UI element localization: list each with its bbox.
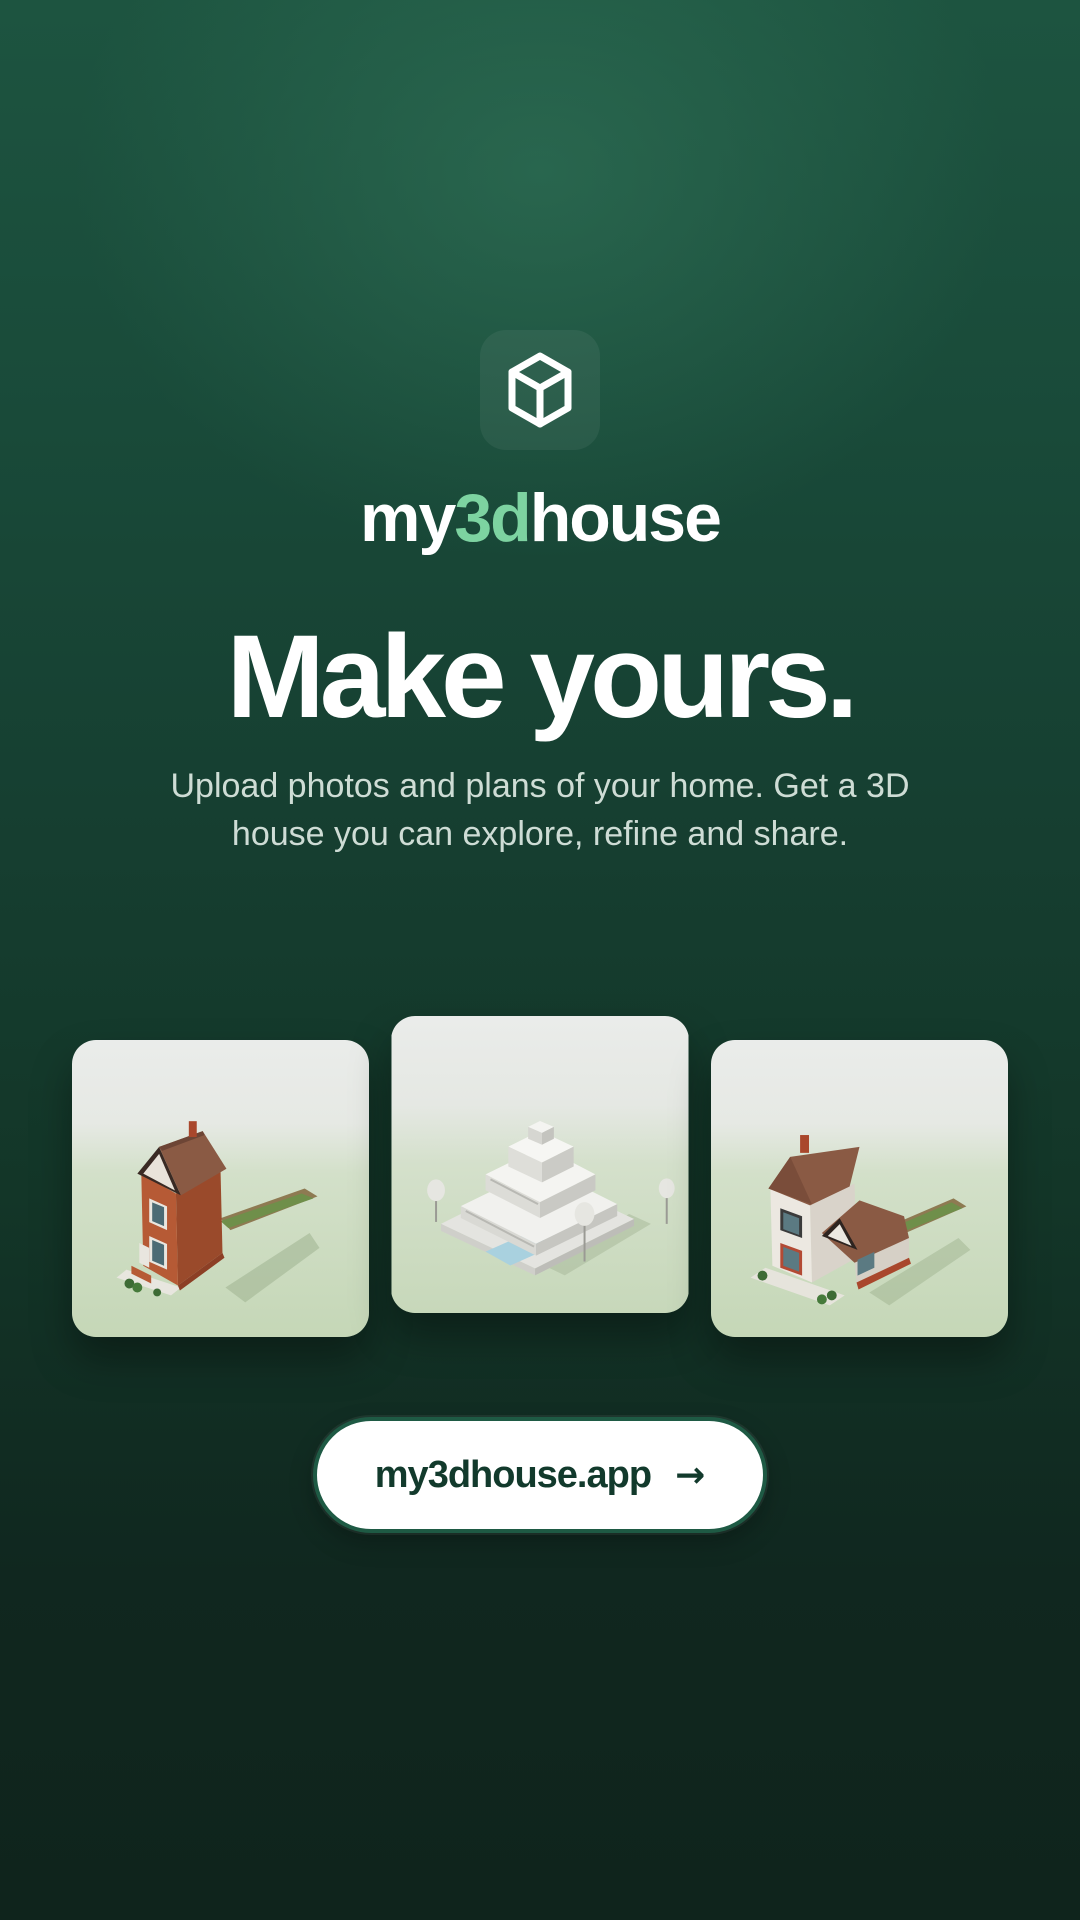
brand-suffix: house: [529, 480, 722, 556]
house-card-tudor: [711, 1040, 1008, 1337]
arrow-right-icon: →: [675, 1454, 706, 1496]
house-card-brick: [72, 1040, 369, 1337]
cube-icon: [508, 352, 572, 428]
subtitle-line-2: house you can explore, refine and share.: [231, 815, 849, 853]
visit-site-button[interactable]: my3dhouse.app →: [313, 1417, 767, 1533]
cta-label: my3dhouse.app: [374, 1453, 652, 1496]
brick-house-render: [72, 1040, 369, 1337]
tudor-house-render: [711, 1040, 1008, 1337]
logo-tile: [480, 330, 600, 450]
brand-accent: 3d: [454, 480, 531, 556]
brand-wordmark: my3dhouse: [0, 478, 1080, 558]
headline: Make yours.: [226, 611, 858, 743]
house-card-modern: [391, 1016, 689, 1313]
subtitle: Upload photos and plans of your home. Ge…: [130, 762, 950, 858]
subtitle-line-1: Upload photos and plans of your home. Ge…: [170, 767, 910, 805]
modern-house-render: [391, 1016, 689, 1313]
brand-prefix: my: [360, 480, 456, 556]
